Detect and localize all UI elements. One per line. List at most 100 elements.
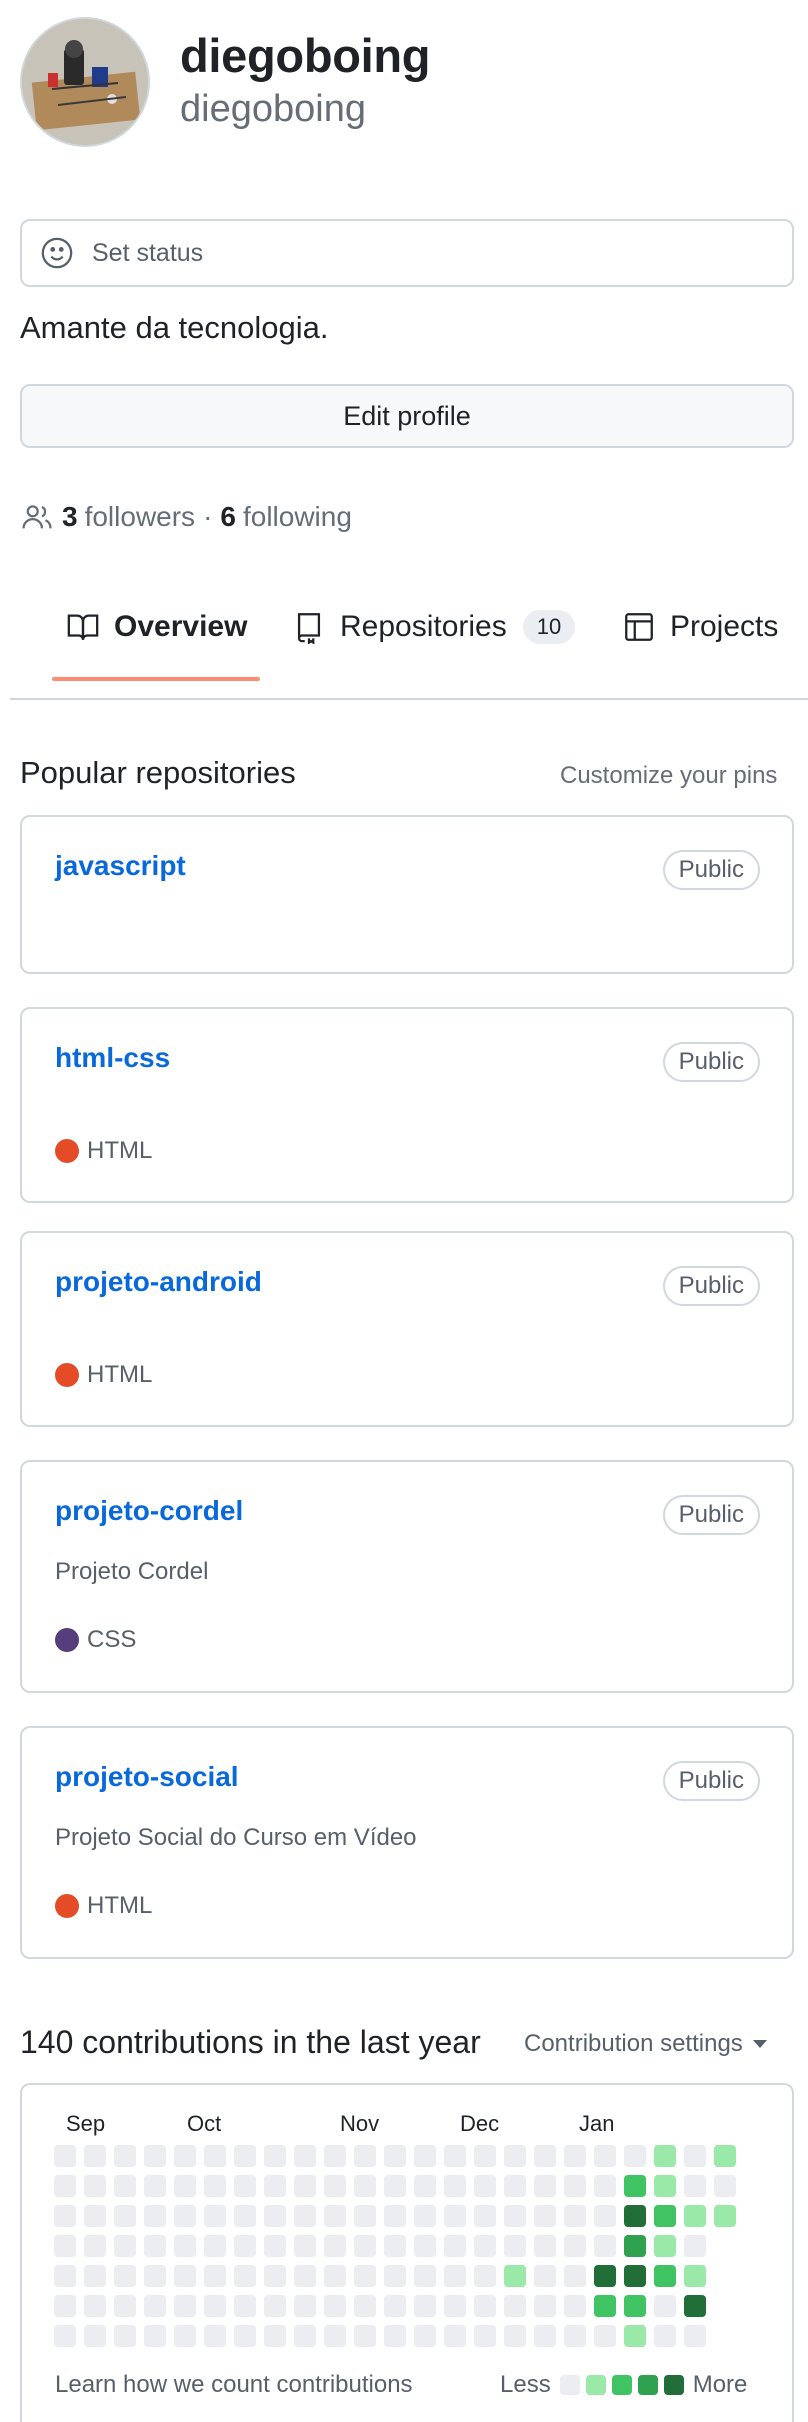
contribution-day[interactable] bbox=[564, 2145, 586, 2167]
contribution-day[interactable] bbox=[414, 2205, 436, 2227]
contribution-day[interactable] bbox=[294, 2265, 316, 2287]
contribution-day[interactable] bbox=[294, 2325, 316, 2347]
contribution-day[interactable] bbox=[264, 2295, 286, 2317]
contribution-day[interactable] bbox=[174, 2235, 196, 2257]
contribution-day[interactable] bbox=[594, 2325, 616, 2347]
contribution-day[interactable] bbox=[474, 2235, 496, 2257]
contribution-day[interactable] bbox=[384, 2205, 406, 2227]
contribution-day[interactable] bbox=[534, 2325, 556, 2347]
contribution-day[interactable] bbox=[504, 2235, 526, 2257]
contribution-day[interactable] bbox=[234, 2295, 256, 2317]
contribution-day[interactable] bbox=[54, 2205, 76, 2227]
contribution-day[interactable] bbox=[264, 2205, 286, 2227]
repo-name-link[interactable]: projeto-android bbox=[55, 1266, 262, 1298]
contribution-day[interactable] bbox=[624, 2235, 646, 2257]
contribution-day[interactable] bbox=[504, 2205, 526, 2227]
contribution-day[interactable] bbox=[204, 2205, 226, 2227]
contribution-day[interactable] bbox=[624, 2265, 646, 2287]
contribution-day[interactable] bbox=[504, 2265, 526, 2287]
contribution-day[interactable] bbox=[714, 2205, 736, 2227]
contribution-day[interactable] bbox=[684, 2265, 706, 2287]
repo-name-link[interactable]: html-css bbox=[55, 1042, 170, 1074]
contribution-day[interactable] bbox=[414, 2265, 436, 2287]
contribution-day[interactable] bbox=[324, 2265, 346, 2287]
contribution-day[interactable] bbox=[534, 2235, 556, 2257]
contribution-day[interactable] bbox=[144, 2325, 166, 2347]
repo-name-link[interactable]: projeto-cordel bbox=[55, 1495, 243, 1527]
contribution-day[interactable] bbox=[144, 2265, 166, 2287]
contribution-day[interactable] bbox=[204, 2295, 226, 2317]
contribution-day[interactable] bbox=[234, 2235, 256, 2257]
contribution-day[interactable] bbox=[624, 2325, 646, 2347]
contribution-day[interactable] bbox=[444, 2265, 466, 2287]
contribution-day[interactable] bbox=[354, 2235, 376, 2257]
contribution-day[interactable] bbox=[684, 2175, 706, 2197]
contribution-day[interactable] bbox=[54, 2145, 76, 2167]
contribution-day[interactable] bbox=[624, 2295, 646, 2317]
contribution-day[interactable] bbox=[684, 2295, 706, 2317]
contribution-day[interactable] bbox=[294, 2235, 316, 2257]
contribution-day[interactable] bbox=[324, 2235, 346, 2257]
tab-projects[interactable]: Projects bbox=[622, 610, 778, 644]
contribution-day[interactable] bbox=[384, 2175, 406, 2197]
contribution-day[interactable] bbox=[144, 2205, 166, 2227]
contribution-day[interactable] bbox=[354, 2145, 376, 2167]
contribution-day[interactable] bbox=[54, 2175, 76, 2197]
customize-pins-link[interactable]: Customize your pins bbox=[560, 762, 777, 790]
contribution-day[interactable] bbox=[384, 2295, 406, 2317]
contribution-day[interactable] bbox=[654, 2325, 676, 2347]
contribution-day[interactable] bbox=[564, 2325, 586, 2347]
contribution-day[interactable] bbox=[684, 2235, 706, 2257]
contribution-day[interactable] bbox=[324, 2175, 346, 2197]
contribution-day[interactable] bbox=[504, 2175, 526, 2197]
contribution-day[interactable] bbox=[474, 2175, 496, 2197]
contribution-day[interactable] bbox=[594, 2265, 616, 2287]
contribution-day[interactable] bbox=[414, 2325, 436, 2347]
contribution-day[interactable] bbox=[264, 2325, 286, 2347]
contribution-day[interactable] bbox=[234, 2265, 256, 2287]
contribution-day[interactable] bbox=[654, 2205, 676, 2227]
contribution-day[interactable] bbox=[294, 2295, 316, 2317]
contribution-day[interactable] bbox=[474, 2265, 496, 2287]
contribution-settings-dropdown[interactable]: Contribution settings bbox=[524, 2030, 767, 2058]
set-status-button[interactable]: Set status bbox=[20, 219, 794, 287]
contribution-day[interactable] bbox=[54, 2295, 76, 2317]
contribution-day[interactable] bbox=[594, 2295, 616, 2317]
contribution-day[interactable] bbox=[84, 2235, 106, 2257]
contribution-day[interactable] bbox=[84, 2295, 106, 2317]
contribution-day[interactable] bbox=[444, 2325, 466, 2347]
contribution-day[interactable] bbox=[474, 2205, 496, 2227]
contribution-day[interactable] bbox=[204, 2325, 226, 2347]
contribution-day[interactable] bbox=[264, 2235, 286, 2257]
contribution-day[interactable] bbox=[174, 2265, 196, 2287]
contribution-day[interactable] bbox=[654, 2295, 676, 2317]
contribution-day[interactable] bbox=[444, 2145, 466, 2167]
repo-name-link[interactable]: javascript bbox=[55, 850, 186, 882]
contribution-day[interactable] bbox=[264, 2145, 286, 2167]
contribution-day[interactable] bbox=[624, 2145, 646, 2167]
contribution-day[interactable] bbox=[414, 2295, 436, 2317]
contribution-day[interactable] bbox=[174, 2145, 196, 2167]
edit-profile-button[interactable]: Edit profile bbox=[20, 384, 794, 448]
contribution-day[interactable] bbox=[354, 2265, 376, 2287]
contribution-day[interactable] bbox=[384, 2265, 406, 2287]
contribution-day[interactable] bbox=[204, 2265, 226, 2287]
contribution-day[interactable] bbox=[294, 2205, 316, 2227]
contribution-day[interactable] bbox=[114, 2235, 136, 2257]
contribution-day[interactable] bbox=[564, 2265, 586, 2287]
contribution-day[interactable] bbox=[654, 2265, 676, 2287]
contribution-day[interactable] bbox=[564, 2235, 586, 2257]
contribution-day[interactable] bbox=[534, 2295, 556, 2317]
contribution-day[interactable] bbox=[594, 2235, 616, 2257]
contribution-day[interactable] bbox=[354, 2325, 376, 2347]
contribution-day[interactable] bbox=[234, 2325, 256, 2347]
contribution-day[interactable] bbox=[84, 2205, 106, 2227]
contribution-day[interactable] bbox=[354, 2175, 376, 2197]
contribution-day[interactable] bbox=[54, 2235, 76, 2257]
contribution-day[interactable] bbox=[54, 2325, 76, 2347]
contribution-day[interactable] bbox=[174, 2205, 196, 2227]
avatar[interactable] bbox=[20, 17, 150, 147]
contribution-day[interactable] bbox=[174, 2295, 196, 2317]
contribution-day[interactable] bbox=[114, 2175, 136, 2197]
contribution-day[interactable] bbox=[174, 2325, 196, 2347]
